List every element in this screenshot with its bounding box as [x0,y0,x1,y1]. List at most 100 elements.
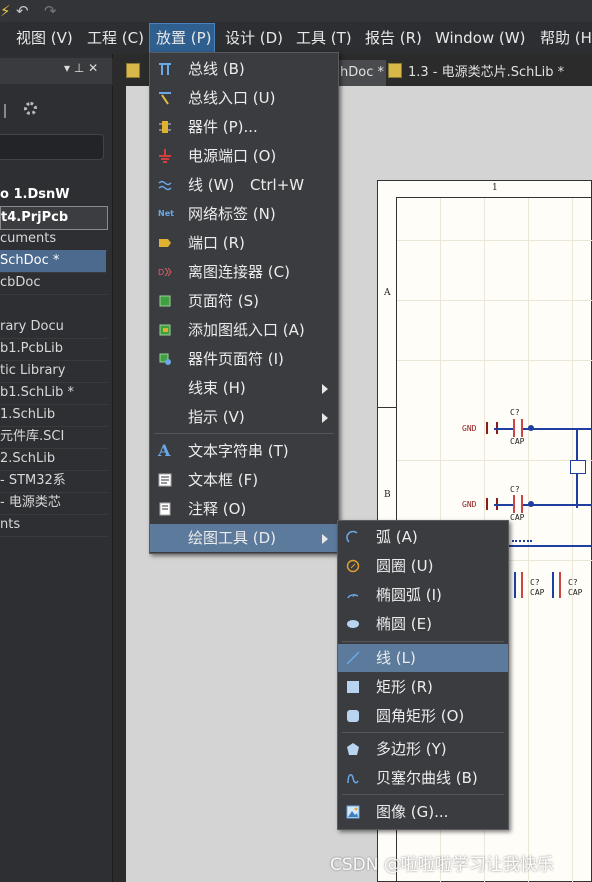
list-item[interactable]: cuments [0,228,108,251]
svg-text:D: D [158,268,164,277]
list-item-selected[interactable]: SchDoc * [0,250,106,273]
list-item[interactable]: t4.PrjPcb [0,206,108,230]
sheet-border-top [396,197,592,198]
menu-item-ellipse[interactable]: 椭圆 (E) [338,610,508,638]
watermark: CSDN @啦啦啦学习让我快乐 [330,855,554,875]
menu-item-port[interactable]: 端口 (R) [150,229,338,257]
menu-place[interactable]: 放置 (P) [149,23,215,53]
menu-item-sheet-symbol[interactable]: 页面符 (S) [150,287,338,315]
menu-item-round-rectangle[interactable]: 圆角矩形 (O) [338,702,508,730]
menu-item-elliptical-arc[interactable]: 椭圆弧 (I) [338,581,508,609]
list-item[interactable]: b1.SchLib * [0,382,108,405]
submenu-arrow-icon [322,413,328,423]
document-icon [388,63,402,78]
menu-tools[interactable]: 工具 (T) [290,22,358,54]
inductor-symbol [512,540,532,548]
power-port-icon [159,149,171,163]
grid-line [397,300,592,301]
list-item[interactable]: tic Library [0,360,108,383]
list-item[interactable]: nts [0,514,108,537]
list-item[interactable]: 1.SchLib [0,404,108,427]
list-item[interactable]: - STM32系 [0,470,108,493]
menu-item-polygon[interactable]: 多边形 (Y) [338,735,508,763]
menu-item-line[interactable]: 线 (L) [338,644,508,672]
menu-item-device-sheet[interactable]: 器件页面符 (I) [150,345,338,373]
note-icon [159,502,171,516]
menu-window[interactable]: Window (W) [429,22,531,54]
cap-ref: C? [568,578,578,587]
cap-value: CAP [568,588,583,597]
wire [494,504,592,506]
submenu-arrow-icon [322,384,328,394]
menu-item-wire[interactable]: 线 (W) Ctrl+W [150,171,338,199]
menu-item-text-frame[interactable]: 文本框 (F) [150,466,338,494]
cap-ref: C? [510,408,520,417]
sheet-symbol-icon [159,295,171,307]
search-input[interactable] [0,134,104,160]
menu-design[interactable]: 设计 (D) [219,22,289,54]
tab-icon-only[interactable] [122,60,150,86]
menu-item-drawing-tools[interactable]: 绘图工具 (D) [150,524,338,552]
sheet-entry-icon [159,324,171,336]
device-sheet-icon [159,353,171,365]
grid-line [397,240,592,241]
capacitor-symbol [513,495,523,513]
gnd-label: GND [462,424,477,433]
tab-schlib[interactable]: 1.3 - 电源类芯片.SchLib * [384,60,568,86]
menu-help[interactable]: 帮助 (H) [534,22,592,54]
menu-item-arc[interactable]: 弧 (A) [338,523,508,551]
redo-icon[interactable]: ↷ [44,2,57,20]
zone-divider [377,407,396,408]
menu-item-part[interactable]: 器件 (P)... [150,113,338,141]
round-rectangle-icon [347,710,359,722]
line-icon [346,651,360,665]
menu-item-rectangle[interactable]: 矩形 (R) [338,673,508,701]
list-item[interactable]: 2.SchLib [0,448,108,471]
menu-item-bus-entry[interactable]: 总线入口 (U) [150,84,338,112]
row-label-b: B [384,490,391,500]
gear-icon[interactable] [24,102,37,115]
arc-icon [346,530,358,543]
part-icon [159,121,171,133]
capacitor-symbol [552,572,561,598]
grid-line [397,460,592,461]
panel-pin-controls[interactable]: ▾ ⊥ ✕ [64,61,98,75]
gnd-label: GND [462,500,477,509]
list-item[interactable]: 元件库.SCI [0,426,108,449]
menu-view[interactable]: 视图 (V) [10,22,79,54]
quick-access-icon[interactable]: ⚡ [0,2,11,20]
off-sheet-connector-icon: D [158,267,172,277]
tab-schdoc[interactable]: hDoc * [336,60,386,86]
menu-bar: 视图 (V) 工程 (C) 放置 (P) 设计 (D) 工具 (T) 报告 (R… [0,22,592,54]
undo-icon[interactable]: ↶ [16,2,29,20]
menu-separator [154,433,334,434]
menu-item-net-label[interactable]: Net 网络标签 (N) [150,200,338,228]
menu-item-directives[interactable]: 指示 (V) [150,403,338,431]
menu-separator [342,641,504,642]
projects-panel: ▾ ⊥ ✕ o 1.DsnW t4.PrjPcb cuments SchDoc … [0,54,113,882]
bus-icon [159,63,171,75]
list-item[interactable]: rary Docu [0,316,108,339]
list-item[interactable]: - 电源类芯 [0,492,108,515]
menu-item-image[interactable]: 图像 (G)... [338,798,508,826]
menu-project[interactable]: 工程 (C) [81,22,150,54]
menu-item-note[interactable]: 注释 (O) [150,495,338,523]
list-item[interactable]: o 1.DsnW [0,184,108,207]
menu-item-bus[interactable]: 总线 (B) [150,55,338,83]
capacitor-symbol [513,419,523,437]
menu-item-sheet-entry[interactable]: 添加图纸入口 (A) [150,316,338,344]
list-item[interactable]: b1.PcbLib [0,338,108,361]
grid-line [397,360,592,361]
menu-item-off-sheet-connector[interactable]: D 离图连接器 (C) [150,258,338,286]
menu-item-full-circle[interactable]: 圆圈 (U) [338,552,508,580]
menu-item-harness[interactable]: 线束 (H) [150,374,338,402]
menu-item-bezier[interactable]: 贝塞尔曲线 (B) [338,764,508,792]
menu-reports[interactable]: 报告 (R) [359,22,428,54]
title-toolbar: ⚡ ↶ ↷ [0,0,592,22]
cap-ref: C? [510,485,520,494]
cap-ref: C? [530,578,540,587]
menu-item-text-string[interactable]: A 文本字符串 (T) [150,437,338,465]
menu-item-power-port[interactable]: 电源端口 (O) [150,142,338,170]
list-item[interactable]: cbDoc [0,272,108,295]
net-label-icon: Net [158,209,174,218]
